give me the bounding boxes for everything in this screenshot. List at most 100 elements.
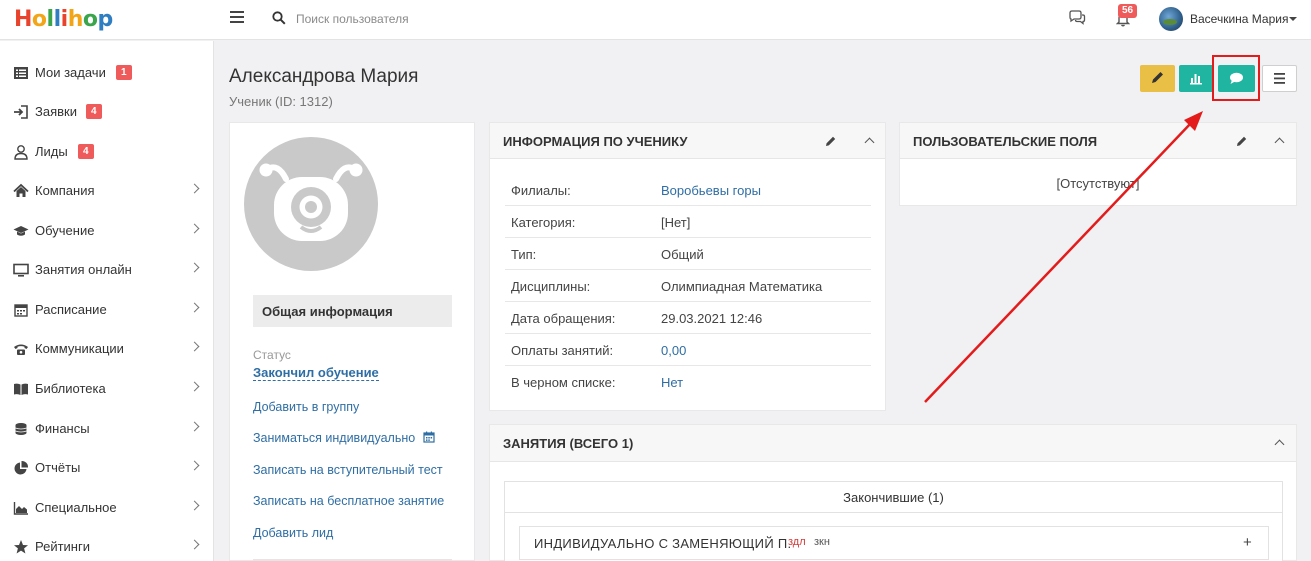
divider — [505, 512, 1282, 513]
info-value: Олимпиадная Математика — [661, 279, 823, 294]
sidebar-item-education[interactable]: Обучение — [0, 211, 214, 250]
sign-in-icon — [14, 105, 28, 119]
lesson-tag: здл — [788, 536, 806, 548]
entrance-test-link[interactable]: Записать на вступительный тест — [253, 463, 443, 477]
sidebar-item-requests[interactable]: Заявки 4 — [0, 92, 214, 131]
empty-fields-text: [Отсутствуют] — [1056, 176, 1140, 191]
lesson-name[interactable]: ИНДИВИДУАЛЬНО С ЗАМЕНЯЮЩИЙ П. — [534, 536, 791, 551]
monster-avatar-icon — [259, 163, 363, 241]
top-bar: Hollihop 56 Васечкина Мария — [0, 0, 1311, 40]
star-icon — [14, 540, 28, 554]
sidebar-item-label: Коммуникации — [35, 341, 124, 356]
menu-icon — [1274, 73, 1285, 84]
add-to-group-link[interactable]: Добавить в группу — [253, 400, 359, 414]
lesson-row[interactable]: ИНДИВИДУАЛЬНО С ЗАМЕНЯЮЩИЙ П. здл зкн + — [519, 526, 1269, 560]
sidebar-item-special[interactable]: Специальное — [0, 488, 214, 527]
info-value[interactable]: Воробьевы горы — [661, 183, 761, 198]
user-icon — [14, 145, 28, 160]
sidebar-item-label: Библиотека — [35, 381, 106, 396]
info-value[interactable]: Нет — [661, 375, 683, 390]
sidebar-item-label: Финансы — [35, 421, 90, 436]
sidebar-item-schedule[interactable]: Расписание — [0, 290, 214, 329]
sidebar-item-communications[interactable]: Коммуникации — [0, 329, 214, 368]
sidebar-item-label: Заявки — [35, 104, 77, 119]
count-badge: 4 — [78, 144, 94, 159]
info-row: Дисциплины: Олимпиадная Математика — [505, 270, 871, 302]
phone-icon — [14, 344, 28, 355]
sidebar-item-reports[interactable]: Отчёты — [0, 448, 214, 487]
lessons-panel: ЗАНЯТИЯ (ВСЕГО 1) Закончившие (1) ИНДИВИ… — [489, 424, 1297, 561]
count-badge: 1 — [116, 65, 132, 80]
user-avatar[interactable] — [1159, 7, 1183, 31]
chat-icon[interactable] — [1068, 10, 1086, 26]
panel-title: ИНФОРМАЦИЯ ПО УЧЕНИКУ — [503, 134, 688, 149]
panel-title: ПОЛЬЗОВАТЕЛЬСКИЕ ПОЛЯ — [913, 134, 1098, 149]
hollihop-logo[interactable]: Hollihop — [14, 7, 113, 32]
logo-letter: H — [14, 7, 32, 32]
expand-icon[interactable]: + — [1243, 534, 1252, 551]
collapse-icon[interactable] — [1274, 439, 1285, 450]
chevron-down-icon[interactable] — [1289, 17, 1297, 21]
home-icon — [13, 183, 29, 197]
chevron-right-icon — [189, 262, 200, 273]
monitor-icon — [13, 263, 29, 277]
more-menu-button[interactable] — [1262, 65, 1297, 92]
page-title: Александрова Мария — [229, 66, 419, 87]
edit-icon[interactable] — [1236, 135, 1248, 147]
chevron-right-icon — [189, 381, 200, 392]
sidebar-item-label: Компания — [35, 183, 95, 198]
finished-group-title[interactable]: Закончившие (1) — [505, 490, 1282, 505]
collapse-icon[interactable] — [864, 137, 875, 148]
graduation-cap-icon — [13, 226, 29, 236]
sidebar-item-label: Рейтинги — [35, 539, 90, 554]
page-subtitle: Ученик (ID: 1312) — [229, 94, 333, 109]
sidebar-item-library[interactable]: Библиотека — [0, 369, 214, 408]
collapse-icon[interactable] — [1274, 137, 1285, 148]
panel-header: ЗАНЯТИЯ (ВСЕГО 1) — [490, 425, 1296, 462]
logo-letter: o — [31, 7, 47, 32]
sidebar-item-label: Мои задачи — [35, 65, 106, 80]
sidebar-item-label: Расписание — [35, 302, 107, 317]
calendar-icon — [14, 304, 28, 317]
study-individually-link[interactable]: Заниматься индивидуально — [253, 431, 415, 445]
info-value[interactable]: 0,00 — [661, 343, 686, 358]
sidebar: Мои задачи 1 Заявки 4 Лиды 4 Компания Обучение З… — [0, 41, 214, 561]
info-row: В черном списке: Нет — [505, 366, 871, 398]
info-row: Филиалы: Воробьевы горы — [505, 174, 871, 206]
chevron-right-icon — [189, 341, 200, 352]
status-value-link[interactable]: Закончил обучение — [253, 365, 379, 381]
chevron-right-icon — [189, 500, 200, 511]
area-chart-icon — [13, 502, 28, 515]
user-name[interactable]: Васечкина Мария — [1190, 12, 1288, 26]
chevron-right-icon — [189, 302, 200, 313]
calendar-icon[interactable] — [423, 431, 435, 443]
free-lesson-link[interactable]: Записать на бесплатное занятие — [253, 494, 444, 508]
custom-fields-panel: ПОЛЬЗОВАТЕЛЬСКИЕ ПОЛЯ [Отсутствуют] — [899, 122, 1297, 206]
edit-button[interactable] — [1140, 65, 1175, 92]
sidebar-item-online-lessons[interactable]: Занятия онлайн — [0, 250, 214, 289]
panel-header: ПОЛЬЗОВАТЕЛЬСКИЕ ПОЛЯ — [900, 123, 1296, 159]
edit-icon[interactable] — [825, 135, 837, 147]
lesson-tag: зкн — [814, 536, 830, 548]
add-lead-link[interactable]: Добавить лид — [253, 526, 333, 540]
panel-title: ЗАНЯТИЯ (ВСЕГО 1) — [503, 436, 634, 451]
hamburger-menu-icon[interactable] — [230, 11, 244, 27]
info-value: Общий — [661, 247, 704, 262]
sidebar-item-my-tasks[interactable]: Мои задачи 1 — [0, 53, 214, 92]
logo-letter: i — [60, 7, 69, 32]
info-value: 29.03.2021 12:46 — [661, 311, 763, 326]
general-info-tab[interactable]: Общая информация — [253, 295, 452, 327]
sidebar-item-finance[interactable]: Финансы — [0, 409, 214, 448]
sidebar-item-label: Обучение — [35, 223, 95, 238]
notifications-badge: 56 — [1118, 4, 1138, 18]
user-search-input[interactable] — [296, 10, 596, 28]
panel-header: ИНФОРМАЦИЯ ПО УЧЕНИКУ — [490, 123, 885, 159]
sidebar-item-label: Занятия онлайн — [35, 262, 132, 277]
sidebar-item-leads[interactable]: Лиды 4 — [0, 132, 214, 171]
sidebar-item-company[interactable]: Компания — [0, 171, 214, 210]
sidebar-item-ratings[interactable]: Рейтинги — [0, 527, 214, 561]
info-key: Филиалы: — [511, 183, 571, 198]
logo-letter: l — [46, 7, 55, 32]
statistics-button[interactable] — [1179, 65, 1214, 92]
pencil-icon — [1152, 72, 1163, 83]
